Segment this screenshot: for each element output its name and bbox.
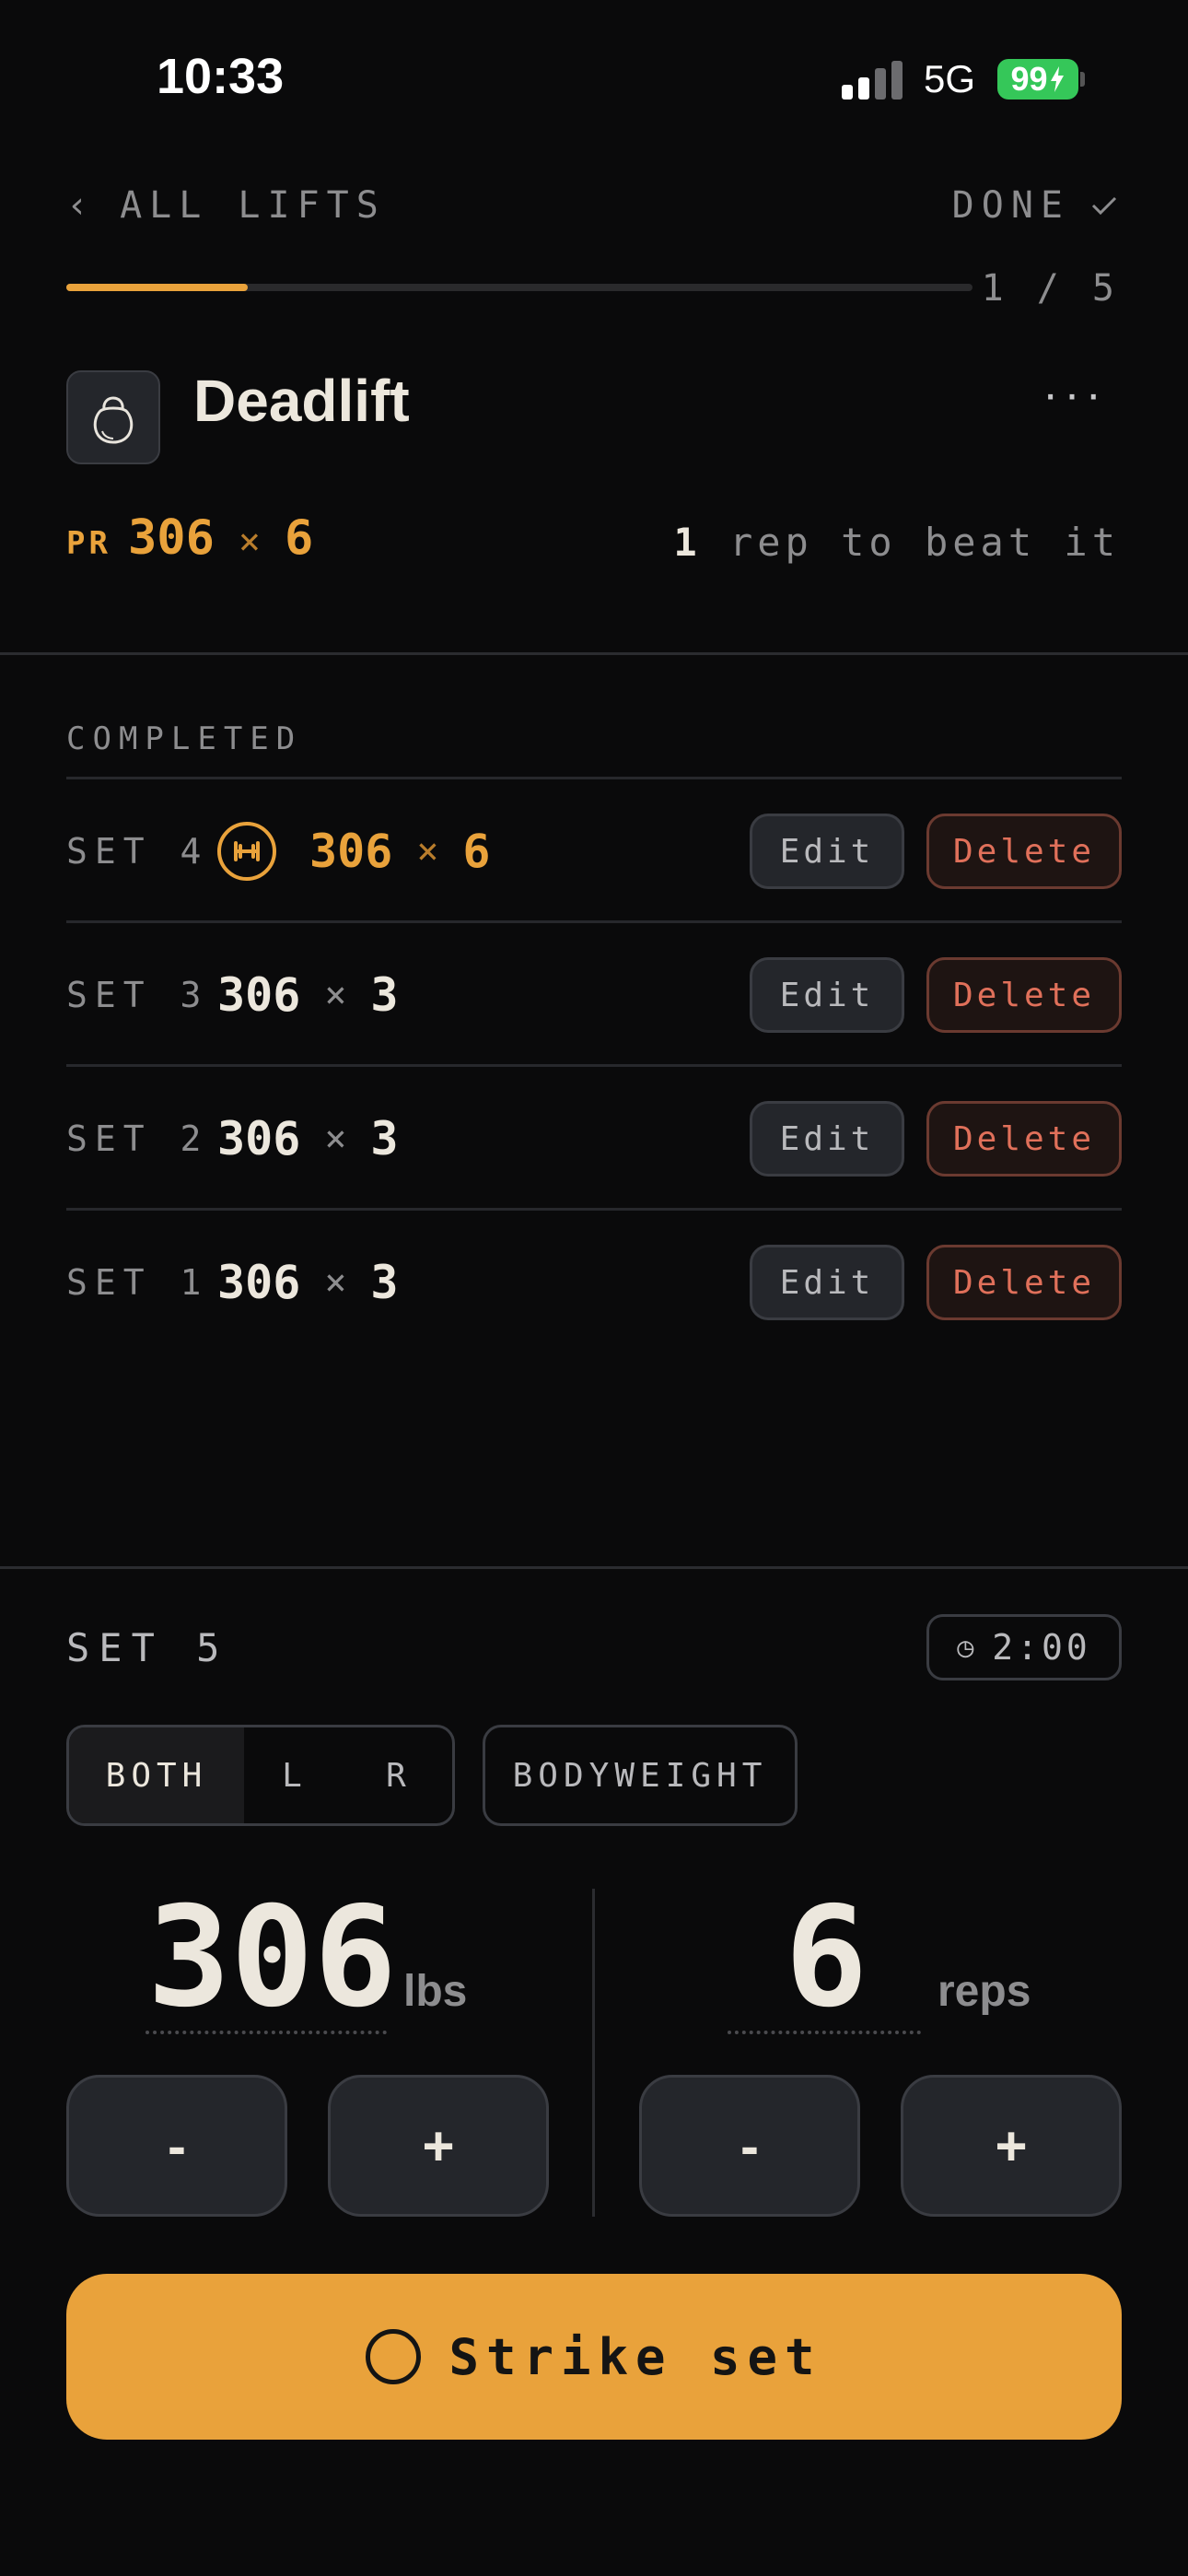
- clock-icon: ◷: [957, 1631, 978, 1664]
- completed-set-row: SET 3 306 × 3 Edit Delete: [66, 923, 1122, 1067]
- set-reps: 3: [370, 1256, 399, 1309]
- status-time: 10:33: [157, 49, 285, 104]
- set-reps: 3: [370, 968, 399, 1022]
- set-weight: 306: [217, 1112, 301, 1165]
- pr-weight: 306: [127, 510, 215, 566]
- set-times: ×: [324, 1261, 347, 1304]
- rest-timer-button[interactable]: ◷ 2:00: [926, 1614, 1122, 1680]
- circle-icon: [366, 2329, 422, 2384]
- reps-underline: [728, 2031, 921, 2034]
- pr-times: ×: [238, 521, 261, 563]
- set-reps: 3: [370, 1112, 399, 1165]
- current-set-label: SET 5: [66, 1625, 229, 1670]
- delete-set-button[interactable]: Delete: [926, 814, 1122, 889]
- set-times: ×: [416, 830, 439, 872]
- signal-icon: [842, 61, 906, 100]
- battery-icon: 99: [997, 59, 1078, 100]
- progress-fill: [66, 284, 248, 291]
- weight-value[interactable]: 306: [147, 1878, 397, 2038]
- set-times: ×: [324, 1118, 347, 1160]
- set-weight: 306: [217, 968, 301, 1022]
- side-selector: BOTH L R: [66, 1725, 455, 1826]
- set-reps: 6: [462, 825, 491, 878]
- weight-unit: lbs: [403, 1967, 468, 2016]
- weight-underline: [146, 2031, 387, 2034]
- section-divider: [0, 1566, 1188, 1569]
- edit-set-button[interactable]: Edit: [750, 814, 904, 889]
- side-option-both[interactable]: BOTH: [69, 1727, 244, 1823]
- beat-text: rep to beat it: [728, 520, 1120, 565]
- pr-reps: 6: [284, 510, 314, 566]
- done-button[interactable]: DONE: [952, 184, 1118, 227]
- delete-set-button[interactable]: Delete: [926, 1101, 1122, 1177]
- bodyweight-toggle[interactable]: BODYWEIGHT: [483, 1725, 798, 1826]
- delete-set-button[interactable]: Delete: [926, 957, 1122, 1033]
- side-option-right[interactable]: R: [345, 1727, 452, 1823]
- beat-count: 1: [673, 520, 702, 565]
- section-divider: [0, 652, 1188, 655]
- reps-decrement-button[interactable]: -: [639, 2075, 860, 2217]
- weight-decrement-button[interactable]: -: [66, 2075, 287, 2217]
- set-weight: 306: [217, 1256, 301, 1309]
- set-weight: 306: [309, 825, 393, 878]
- edit-set-button[interactable]: Edit: [750, 1245, 904, 1320]
- set-label: SET 1: [66, 1262, 209, 1303]
- completed-heading: COMPLETED: [66, 720, 303, 757]
- column-divider: [592, 1889, 595, 2217]
- completed-set-row: SET 1 306 × 3 Edit Delete: [66, 1211, 1122, 1354]
- delete-set-button[interactable]: Delete: [926, 1245, 1122, 1320]
- battery-tip: [1080, 72, 1085, 87]
- progress-bar: [66, 284, 973, 291]
- back-label: ALL LIFTS: [120, 184, 386, 227]
- edit-set-button[interactable]: Edit: [750, 957, 904, 1033]
- pr-badge-icon: [217, 822, 276, 881]
- set-label: SET 3: [66, 975, 209, 1015]
- pr-label: PR: [66, 525, 111, 562]
- done-label: DONE: [951, 184, 1070, 227]
- set-label: SET 4: [66, 831, 209, 872]
- progress-count: 1 / 5: [981, 267, 1120, 310]
- battery-level: 99: [1010, 60, 1048, 98]
- completed-set-row: SET 4 306 × 6 Edit Delete: [66, 779, 1122, 923]
- strike-set-button[interactable]: Strike set: [66, 2274, 1122, 2440]
- set-times: ×: [324, 974, 347, 1016]
- set-label: SET 2: [66, 1118, 209, 1159]
- more-options-icon[interactable]: ···: [1042, 367, 1107, 422]
- side-option-left[interactable]: L: [244, 1727, 345, 1823]
- strike-set-label: Strike set: [448, 2327, 822, 2386]
- weight-increment-button[interactable]: +: [328, 2075, 549, 2217]
- edit-set-button[interactable]: Edit: [750, 1101, 904, 1177]
- exercise-title: Deadlift: [193, 368, 410, 434]
- personal-record: PR 306 × 6: [66, 510, 313, 566]
- chevron-left-icon: ‹: [66, 184, 97, 227]
- kettlebell-icon: [66, 370, 160, 464]
- reps-value[interactable]: 6: [785, 1878, 868, 2038]
- back-button[interactable]: ‹ ALL LIFTS: [66, 184, 386, 227]
- reps-increment-button[interactable]: +: [901, 2075, 1122, 2217]
- network-label: 5G: [924, 57, 976, 100]
- timer-value: 2:00: [992, 1627, 1091, 1668]
- completed-set-row: SET 2 306 × 3 Edit Delete: [66, 1067, 1122, 1211]
- beat-message: 1 rep to beat it: [673, 520, 1120, 565]
- reps-unit: reps: [938, 1967, 1031, 2016]
- check-icon: [1091, 196, 1117, 216]
